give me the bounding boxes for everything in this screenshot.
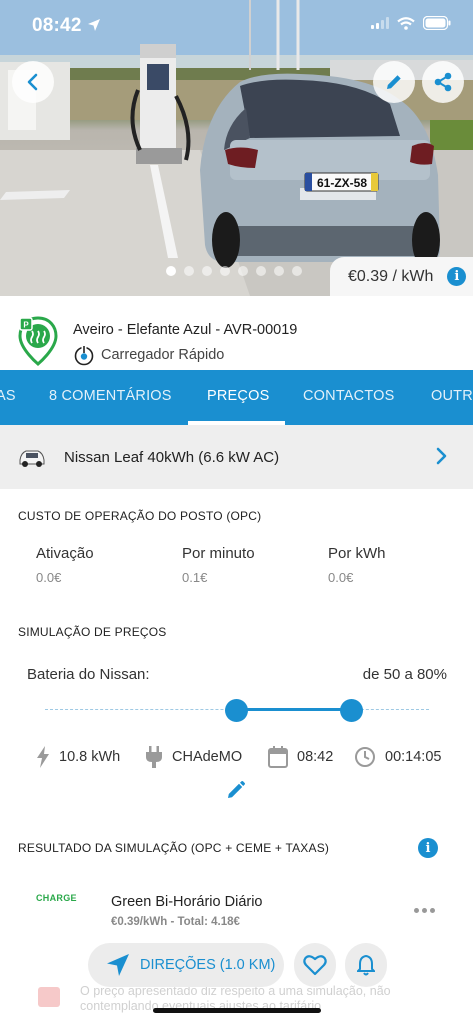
battery-slider-max-thumb[interactable] [340,699,363,722]
share-button[interactable] [422,61,464,103]
license-plate: 61-ZX-58 [317,176,367,190]
station-header: P Aveiro - Elefante Azul - AVR-00019 Car… [0,296,473,370]
duration-item: 00:14:05 [354,746,441,768]
result-section-title: RESULTADO DA SIMULAÇÃO (OPC + CEME + TAX… [18,841,330,855]
price-chip-label: €0.39 / kWh [348,267,434,285]
opc-activation-label: Ativação [36,545,94,562]
lightning-icon [37,746,49,768]
info-icon[interactable]: i [447,267,467,286]
battery-slider-range [236,708,351,711]
edit-simulation-pencil-icon[interactable] [226,780,246,800]
battery-icon [423,16,451,30]
pager-dot[interactable] [274,266,284,276]
more-options-icon[interactable] [414,908,435,913]
home-indicator [153,1008,321,1013]
tab-contacts[interactable]: CONTACTOS [303,370,395,425]
start-time-value: 08:42 [297,749,334,765]
energy-item: 10.8 kWh [36,746,120,768]
chevron-right-icon [436,447,447,465]
pager-dot[interactable] [166,266,176,276]
pager-dot[interactable] [238,266,248,276]
share-icon [434,72,452,92]
status-bar: 08:42 [0,0,473,50]
fast-charger-pin-icon: P [18,316,58,366]
heart-icon [303,955,327,976]
connector-value: CHAdeMO [172,749,243,765]
vehicle-selector[interactable]: Nissan Leaf 40kWh (6.6 kW AC) [0,425,473,489]
opc-per-kwh-value: 0.0€ [328,570,354,585]
provider-price: €0.39/kWh - Total: 4.18€ [111,916,240,928]
plug-icon [146,746,162,768]
result-info-icon[interactable]: i [418,838,438,858]
location-arrow-icon [88,19,101,31]
start-time-item[interactable]: 08:42 [268,746,333,768]
svg-text:P: P [23,321,29,330]
battery-range: de 50 a 80% [362,666,447,683]
opc-activation: Ativação 0.0€ [36,545,94,585]
pager-dot[interactable] [202,266,212,276]
opc-per-minute-label: Por minuto [182,545,255,562]
pager-dot[interactable] [184,266,194,276]
opc-per-minute: Por minuto 0.1€ [182,545,255,585]
opc-activation-value: 0.0€ [36,570,62,585]
pencil-icon [387,75,401,89]
simulation-section-title: SIMULAÇÃO DE PREÇOS [18,625,167,639]
connector-item: CHAdeMO [145,746,242,768]
duration-value: 00:14:05 [385,749,442,765]
directions-button[interactable]: DIREÇÕES (1.0 KM) [88,943,284,987]
opc-section-title: CUSTO DE OPERAÇÃO DO POSTO (OPC) [18,509,262,523]
photo-pager[interactable] [166,266,302,276]
station-type: Carregador Rápido [73,344,224,366]
navigation-arrow-icon [107,954,129,976]
energy-value: 10.8 kWh [59,749,121,765]
provider-name: Green Bi-Horário Diário [111,894,263,910]
back-button[interactable] [12,61,54,103]
battery-slider-min-thumb[interactable] [225,699,248,722]
station-name: Aveiro - Elefante Azul - AVR-00019 [73,322,298,338]
opc-per-kwh-label: Por kWh [328,545,386,562]
simulation-summary: 10.8 kWh CHAdeMO 08:42 00:14:05 [0,746,473,770]
station-type-label: Carregador Rápido [101,347,225,363]
notify-button[interactable] [345,943,387,987]
wifi-icon [397,16,415,30]
calendar-icon [268,746,288,768]
opc-per-minute-value: 0.1€ [182,570,208,585]
vehicle-name: Nissan Leaf 40kWh (6.6 kW AC) [64,449,280,466]
tab-bar: AS 8 COMENTÁRIOS PREÇOS CONTACTOS OUTR [0,370,473,425]
edit-button[interactable] [373,61,415,103]
tab-other[interactable]: OUTR [431,370,473,425]
car-icon [19,450,45,467]
signal-icon [371,17,389,29]
directions-label: DIREÇÕES (1.0 KM) [140,957,276,973]
status-time: 08:42 [32,15,101,37]
opc-per-kwh: Por kWh 0.0€ [328,545,386,585]
price-chip[interactable]: €0.39 / kWh i [330,257,473,296]
pager-dot[interactable] [220,266,230,276]
favorite-button[interactable] [294,943,336,987]
bell-icon [357,954,375,976]
warning-icon [38,987,60,1007]
chevron-left-icon [27,73,38,91]
pager-dot[interactable] [292,266,302,276]
tab-fotos[interactable]: AS [0,370,16,425]
tab-comments[interactable]: 8 COMENTÁRIOS [49,370,172,425]
provider-logo: CHARGE [36,893,77,903]
power-icon [74,345,94,366]
pager-dot[interactable] [256,266,266,276]
clock-icon [355,747,375,767]
tab-prices[interactable]: PREÇOS [207,370,269,425]
battery-label: Bateria do Nissan: [27,666,150,683]
